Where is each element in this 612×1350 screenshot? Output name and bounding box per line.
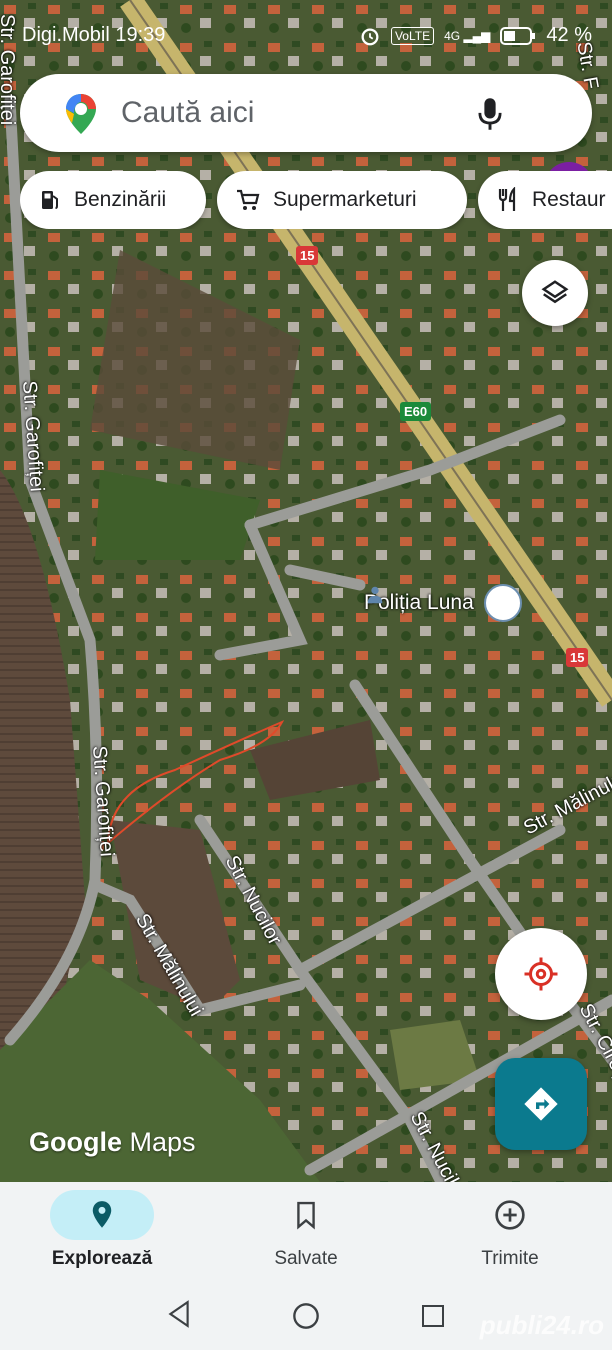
tab-saved[interactable]: Salvate [204, 1182, 408, 1292]
search-bar[interactable]: Caută aici C [20, 74, 594, 212]
chip-gas-stations[interactable]: Benzinării [20, 171, 206, 229]
watermark: publi24.ro [479, 1310, 604, 1340]
location-target-icon [524, 957, 558, 991]
status-icons: VoLTE 4G ▂▄▆ 42 % [359, 24, 592, 47]
category-chips: Benzinării Supermarketuri Restaur [20, 171, 612, 229]
directions-icon [524, 1087, 558, 1121]
directions-button[interactable] [495, 1058, 587, 1150]
chip-restaurants[interactable]: Restaur [478, 171, 612, 229]
status-bar: Digi.Mobil 19:39 VoLTE 4G ▂▄▆ 42 % [0, 0, 612, 70]
google-maps-logo: Google Maps [29, 1127, 196, 1157]
gas-station-icon [38, 188, 62, 212]
my-location-button[interactable] [495, 928, 587, 1020]
tab-contribute[interactable]: Trimite [408, 1182, 612, 1292]
search-input[interactable]: Caută aici [121, 96, 254, 130]
battery-icon [500, 26, 536, 45]
chip-label: Restaur [532, 188, 606, 211]
layers-icon [541, 280, 569, 304]
chip-label: Supermarketuri [273, 188, 417, 211]
layers-button[interactable] [522, 260, 588, 326]
road-shield-15-right: 15 [566, 648, 589, 667]
alarm-icon [361, 27, 379, 45]
tab-explore[interactable]: Explorează [0, 1182, 204, 1292]
carrier-name: Digi.Mobil [22, 24, 110, 46]
location-pin-icon [92, 1201, 112, 1228]
google-maps-pin-icon [66, 94, 96, 134]
road-shield-15-top: 15 [296, 246, 319, 265]
volte-badge: VoLTE [390, 26, 435, 45]
status-carrier-time: Digi.Mobil 19:39 [22, 24, 165, 47]
signal-icon: 4G ▂▄▆ [444, 28, 491, 43]
home-icon[interactable] [292, 1302, 320, 1330]
tab-saved-indicator [254, 1190, 358, 1240]
microphone-icon[interactable] [476, 96, 504, 132]
tab-contribute-indicator [458, 1190, 562, 1240]
tab-label: Explorează [51, 1248, 153, 1269]
bookmark-icon [297, 1201, 315, 1230]
clock: 19:39 [115, 24, 166, 46]
poi-police-luna[interactable]: Poliția Luna [364, 584, 522, 622]
tab-label: Salvate [274, 1248, 338, 1269]
chip-supermarkets[interactable]: Supermarketuri [217, 171, 467, 229]
police-icon [367, 584, 522, 622]
restaurant-icon [496, 187, 520, 213]
add-circle-icon [495, 1200, 525, 1230]
tab-label: Trimite [481, 1248, 539, 1269]
back-icon[interactable] [166, 1300, 192, 1328]
battery-level: 42 % [546, 24, 592, 46]
chip-label: Benzinării [74, 188, 167, 211]
recents-icon[interactable] [421, 1304, 445, 1328]
tab-explore-indicator [50, 1190, 154, 1240]
road-shield-e60: E60 [400, 402, 432, 421]
shopping-cart-icon [235, 188, 261, 212]
